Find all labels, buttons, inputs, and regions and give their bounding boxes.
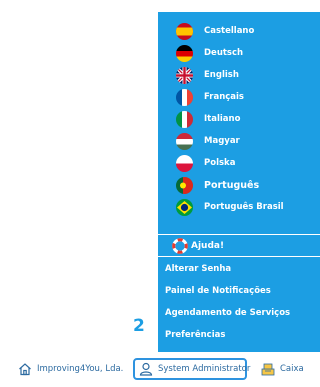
change-password-link[interactable]: Alterar Senha [165,264,231,274]
language-label: Castellano [204,26,255,36]
preferences-link[interactable]: Preferências [165,330,225,340]
user-icon [139,362,153,376]
poland-flag-icon [176,154,193,172]
company-link[interactable]: Improving4You, Lda. [18,358,123,380]
user-menu-button[interactable]: System Administrator [133,358,251,380]
language-label: Magyar [204,136,240,146]
notifications-panel-link[interactable]: Painel de Notificações [165,286,271,296]
lifebuoy-icon [172,238,188,254]
germany-flag-icon [176,44,193,62]
cash-register-link[interactable]: Caixa [261,358,304,380]
france-flag-icon [176,88,193,106]
user-dropdown-menu: Castellano Deutsch English Français Ital… [158,12,320,352]
language-item-magyar[interactable]: Magyar [158,130,320,152]
help-link[interactable]: Ajuda! [158,234,320,257]
language-item-english[interactable]: English [158,64,320,86]
language-label: Português [204,179,260,191]
brazil-flag-icon [176,198,193,216]
language-label: Français [204,92,244,102]
cash-label: Caixa [280,364,304,374]
language-item-portugues-brasil[interactable]: Português Brasil [158,196,320,218]
company-label: Improving4You, Lda. [37,364,124,374]
language-label: English [204,70,239,80]
language-item-deutsch[interactable]: Deutsch [158,42,320,64]
help-label: Ajuda! [191,240,225,251]
step-number-badge: 2 [133,316,145,336]
home-icon [18,362,32,376]
portugal-flag-icon [176,176,193,194]
user-label: System Administrator [158,364,251,374]
spain-flag-icon [176,22,193,40]
language-item-francais[interactable]: Français [158,86,320,108]
language-item-castellano[interactable]: Castellano [158,20,320,42]
language-label: Português Brasil [204,202,284,212]
hungary-flag-icon [176,132,193,150]
cash-register-icon [261,362,275,376]
language-label: Deutsch [204,48,244,58]
bottom-status-bar: Improving4You, Lda. System Administrator… [0,352,320,387]
language-label: Italiano [204,114,241,124]
service-scheduling-link[interactable]: Agendamento de Serviços [165,308,290,318]
language-item-italiano[interactable]: Italiano [158,108,320,130]
uk-flag-icon [176,66,193,84]
italy-flag-icon [176,110,193,128]
language-item-polska[interactable]: Polska [158,152,320,174]
language-label: Polska [204,158,236,168]
language-item-portugues[interactable]: Português [158,174,320,196]
